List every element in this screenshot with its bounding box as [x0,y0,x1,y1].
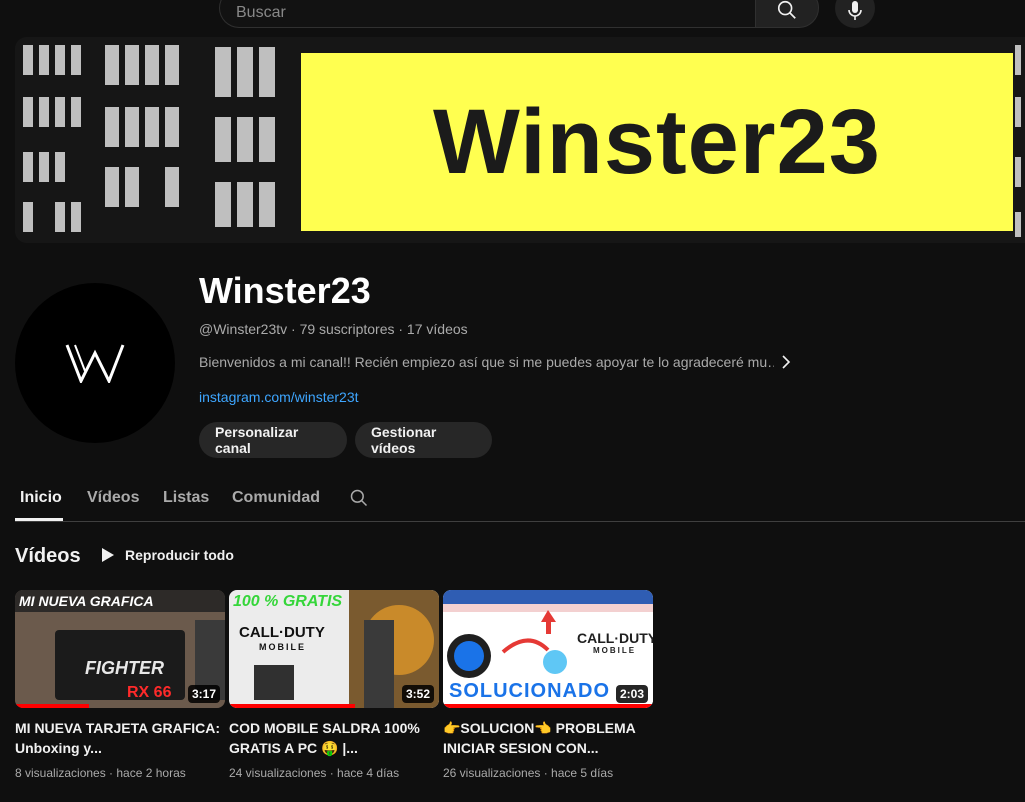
channel-logo-w [65,344,125,383]
search-input[interactable] [219,0,755,28]
voice-search-button[interactable] [835,0,875,28]
video-meta: 24 visualizaciones · hace 4 días [229,766,400,780]
tab-inicio[interactable]: Inicio [20,489,62,507]
thumbnail-game-logo: CALL·DUTY [577,630,653,646]
tab-comunidad[interactable]: Comunidad [232,489,320,507]
video-title[interactable]: MI NUEVA TARJETA GRAFICA: Unboxing y... [15,718,225,758]
search-button[interactable] [755,0,819,28]
channel-banner: Winster23 [15,37,1025,243]
thumbnail-caption: MI NUEVA GRAFICA [19,593,154,609]
watch-progress-bar [15,704,89,708]
channel-avatar[interactable] [15,283,175,443]
video-duration: 2:03 [615,685,648,703]
banner-title: Winster23 [433,90,881,193]
banner-title-plate: Winster23 [301,53,1013,231]
thumbnail-caption: 100 % GRATIS [233,593,343,610]
video-meta: 8 visualizaciones · hace 2 horas [15,766,186,780]
channel-link[interactable]: instagram.com/winster23t [199,389,359,405]
play-all-button[interactable]: Reproducir todo [101,547,234,563]
search-icon[interactable] [349,488,369,508]
video-title[interactable]: COD MOBILE SALDRA 100% GRATIS A PC 🤑 |..… [229,718,439,758]
section-title: Vídeos [15,545,81,567]
video-thumbnail[interactable]: CALL·DUTY MOBILE SOLUCIONADO 2:03 [443,590,653,708]
customize-channel-button[interactable]: Personalizar canal [199,422,347,458]
tab-videos[interactable]: Vídeos [87,489,139,507]
thumbnail-model: RX 66 [127,684,172,701]
thumbnail-game-sub: MOBILE [259,642,306,652]
thumbnail-game-sub: MOBILE [593,646,637,655]
channel-meta: @Winster23tv · 79 suscriptores · 17 víde… [199,321,468,337]
channel-tabs: Inicio Vídeos Listas Comunidad [15,474,1025,522]
video-duration: 3:17 [187,685,220,703]
play-all-label: Reproducir todo [125,547,234,563]
thumbnail-brand: FIGHTER [85,658,164,678]
video-meta: 26 visualizaciones · hace 5 días [443,766,614,780]
search-bar [219,0,819,28]
video-card[interactable]: CALL·DUTY MOBILE SOLUCIONADO 2:03 👉SOLUC… [443,590,653,780]
search-icon [777,0,796,19]
video-card[interactable]: 100 % GRATIS CALL·DUTY MOBILE 3:52 COD M… [229,590,439,780]
chevron-right-icon[interactable] [779,354,793,370]
thumbnail-game-logo: CALL·DUTY [239,624,325,641]
video-thumbnail[interactable]: 100 % GRATIS CALL·DUTY MOBILE 3:52 [229,590,439,708]
watch-progress-bar [443,704,653,708]
microphone-icon [848,1,862,20]
video-title[interactable]: 👉SOLUCION👈 PROBLEMA INICIAR SESION CON..… [443,718,653,758]
manage-videos-button[interactable]: Gestionar vídeos [355,422,492,458]
channel-name: Winster23 [199,270,371,311]
video-card[interactable]: MI NUEVA GRAFICA FIGHTER RX 66 3:17 MI N… [15,590,225,780]
thumbnail-caption: SOLUCIONADO [449,680,610,702]
active-tab-indicator [15,518,63,521]
video-thumbnail[interactable]: MI NUEVA GRAFICA FIGHTER RX 66 3:17 [15,590,225,708]
video-duration: 3:52 [401,685,434,703]
watch-progress-bar [229,704,355,708]
channel-description[interactable]: Bienvenidos a mi canal!! Recién empiezo … [199,354,774,370]
play-icon [102,548,114,562]
tab-listas[interactable]: Listas [163,489,209,507]
